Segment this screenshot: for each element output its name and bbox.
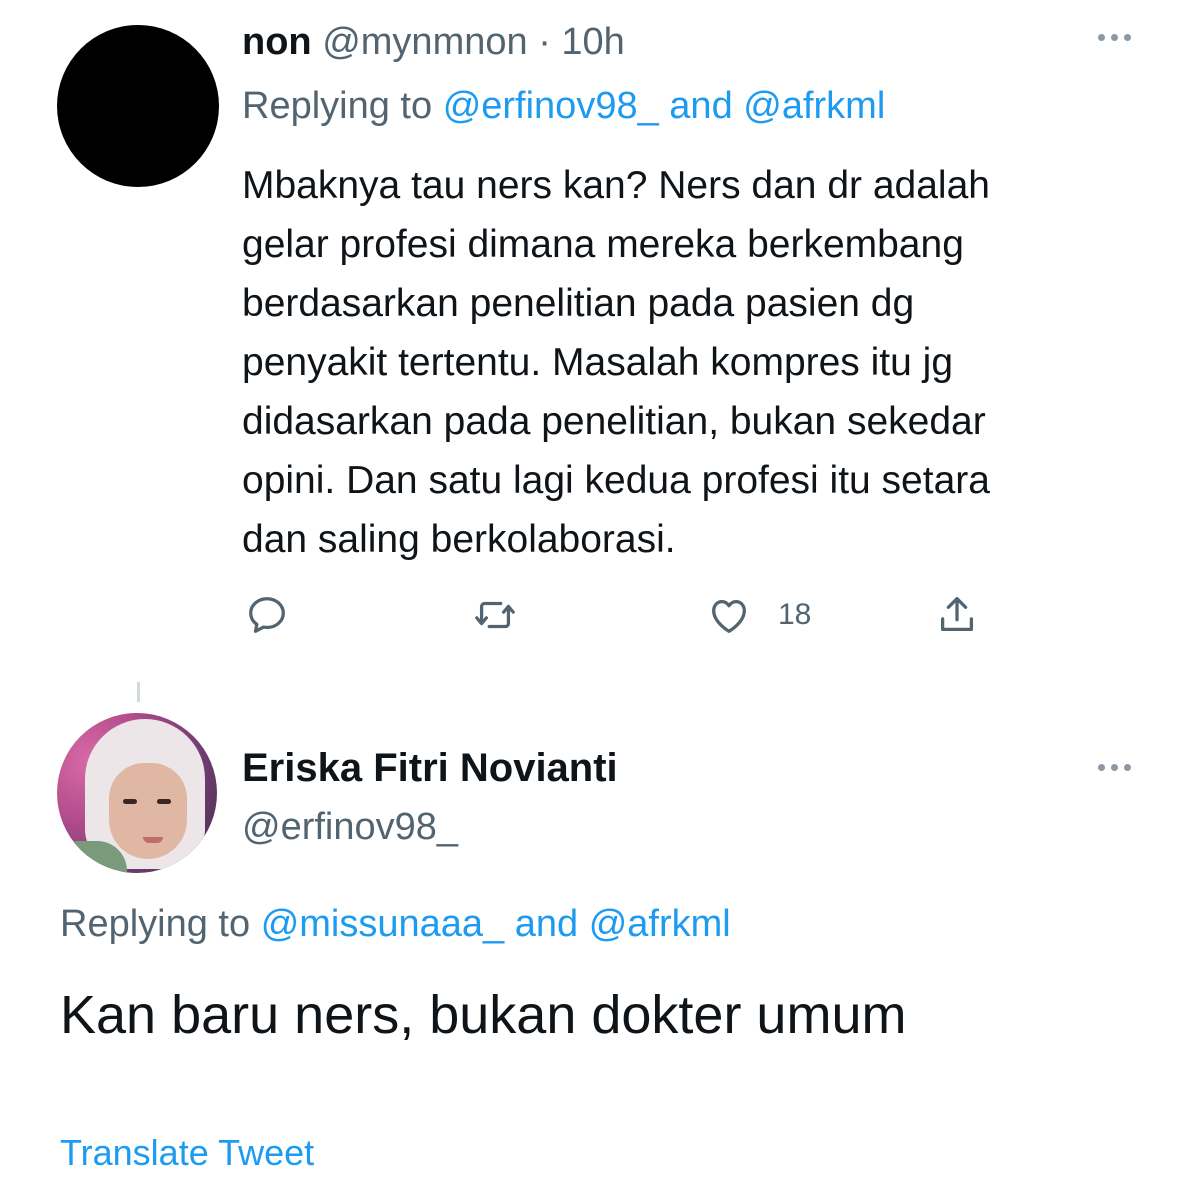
retweet-button[interactable] [472,592,518,638]
more-options-icon[interactable] [1098,764,1131,771]
user-handle[interactable]: @mynmnon [322,21,527,63]
tweet-text: Mbaknya tau ners kan? Ners dan dr adalah… [242,156,1162,569]
tweet-text-line: Mbaknya tau ners kan? Ners dan dr adalah [242,164,990,207]
replying-and[interactable]: and [515,903,578,945]
share-button[interactable] [934,592,980,638]
tweet-text-line: dan saling berkolaborasi. [242,518,676,561]
tweet-text-line: penyakit tertentu. Masalah kompres itu j… [242,341,954,384]
mention-link[interactable]: @afrkml [589,903,731,945]
more-options-icon[interactable] [1098,34,1131,41]
tweet-text-line: didasarkan pada penelitian, bukan sekeda… [242,400,986,443]
like-button[interactable]: 18 [706,592,811,638]
replying-and[interactable]: and [669,85,732,127]
display-name[interactable]: non [242,21,312,63]
reply-button[interactable] [244,592,290,638]
avatar[interactable] [57,713,217,873]
like-count: 18 [778,598,812,631]
avatar[interactable] [57,25,219,187]
tweet-text: Kan baru ners, bukan dokter umum [60,985,907,1045]
translate-tweet-link[interactable]: Translate Tweet [60,1130,314,1176]
timestamp[interactable]: 10h [561,21,624,63]
replying-to-label: Replying to [242,85,433,127]
thread-connector [137,682,140,702]
tweet-text-line: gelar profesi dimana mereka berkembang [242,223,964,266]
mention-link[interactable]: @afrkml [743,85,885,127]
mention-link[interactable]: @erfinov98_ [443,85,659,127]
replying-to: Replying to @erfinov98_ and @afrkml [242,82,885,130]
replying-to: Replying to @missunaaa_ and @afrkml [60,900,731,948]
display-name[interactable]: Eriska Fitri Novianti [242,744,618,792]
replying-to-label: Replying to [60,903,251,945]
like-icon [712,599,746,633]
tweet-text-line: opini. Dan satu lagi kedua profesi itu s… [242,459,990,502]
tweet-text-line: berdasarkan penelitian pada pasien dg [242,282,915,325]
separator-dot: · [538,21,551,63]
share-icon [940,597,974,632]
tweet-header: non @mynmnon · 10h [242,18,625,66]
mention-link[interactable]: @missunaaa_ [261,903,504,945]
retweet-icon [475,601,515,629]
user-handle[interactable]: @erfinov98_ [242,803,458,851]
reply-icon [249,597,285,633]
